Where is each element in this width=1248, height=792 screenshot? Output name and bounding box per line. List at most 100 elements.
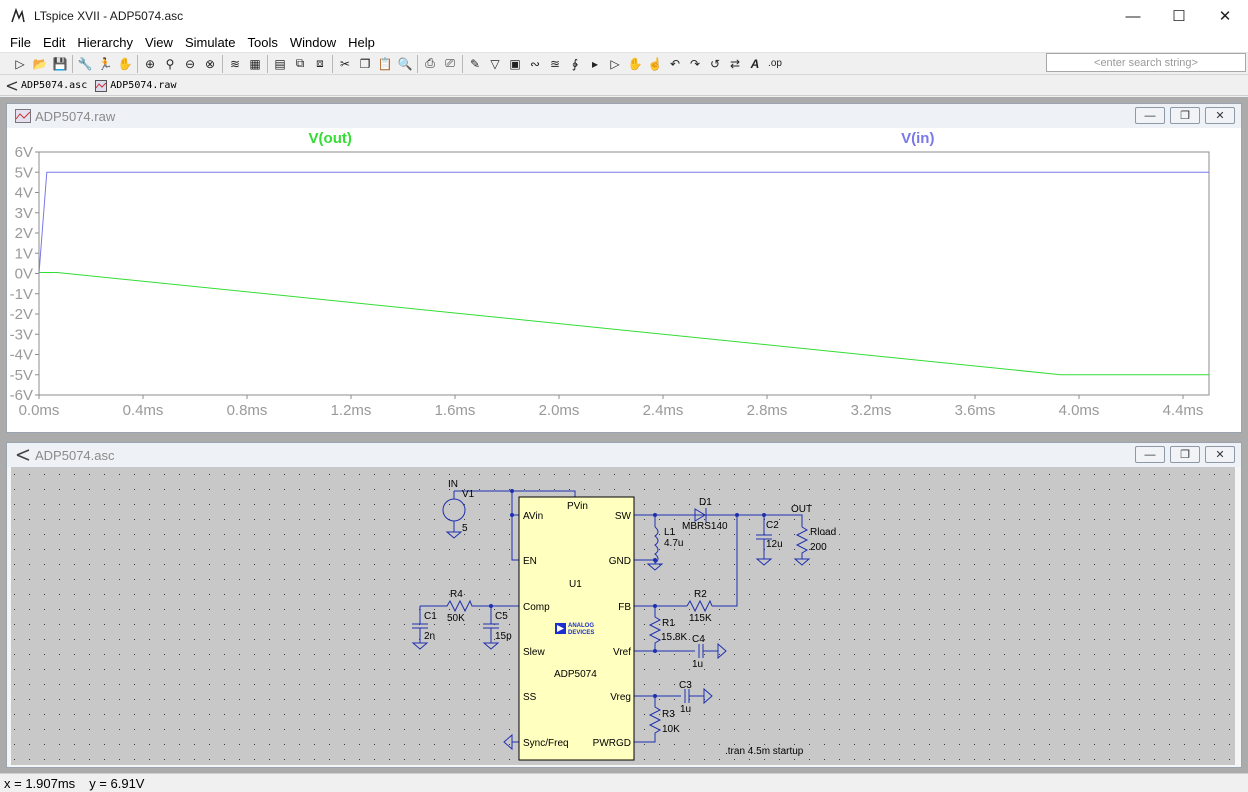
tab-schematic[interactable]: ADP5074.asc <box>6 80 87 92</box>
junction-dot <box>735 513 739 517</box>
child-minimize-icon[interactable]: — <box>1135 107 1165 124</box>
close-icon[interactable]: ✕ <box>1202 0 1248 32</box>
waveform-window-titlebar[interactable]: ADP5074.raw — ❐ ✕ <box>7 104 1241 128</box>
menu-tools[interactable]: Tools <box>242 35 284 50</box>
plot-frame <box>38 151 1210 396</box>
menu-hierarchy[interactable]: Hierarchy <box>71 35 139 50</box>
capacitor-icon[interactable]: ≊ <box>545 54 565 74</box>
find-icon[interactable]: 🔍 <box>395 54 415 74</box>
child-restore-icon[interactable]: ❐ <box>1170 446 1200 463</box>
c4-label: C4 <box>692 634 705 645</box>
ground-icon[interactable]: ▽ <box>485 54 505 74</box>
label-net-icon[interactable]: ▣ <box>505 54 525 74</box>
open-folder-icon[interactable]: 📂 <box>30 54 50 74</box>
x-tick-label: 4.4ms <box>1163 402 1204 419</box>
rload-label: Rload <box>810 527 836 538</box>
window-title: LTspice XVII - ADP5074.asc <box>34 9 184 23</box>
pin-pwrgd: PWRGD <box>593 738 631 749</box>
legend-1: V(in) <box>901 130 934 147</box>
c3-value: 1u <box>680 704 691 715</box>
child-minimize-icon[interactable]: — <box>1135 446 1165 463</box>
y-tick-label: -1V <box>10 286 33 303</box>
child-close-icon[interactable]: ✕ <box>1205 107 1235 124</box>
menu-edit[interactable]: Edit <box>37 35 71 50</box>
x-tick-label: 3.6ms <box>955 402 996 419</box>
split-icon[interactable]: ▦ <box>245 54 265 74</box>
v1-label: V1 <box>462 489 475 500</box>
zoom-in-icon[interactable]: ⊕ <box>140 54 160 74</box>
waveform-window[interactable]: ADP5074.raw — ❐ ✕ 6V 5V 4V 3V 2V 1V 0V -1V -2V -3… <box>6 103 1242 433</box>
run-icon[interactable]: 🏃 <box>95 54 115 74</box>
mirror-icon[interactable]: ⇄ <box>725 54 745 74</box>
wire-pencil-icon[interactable]: ✎ <box>465 54 485 74</box>
y-tick-label: 0V <box>15 266 33 283</box>
redo-icon[interactable]: ↷ <box>685 54 705 74</box>
c4-value: 1u <box>692 659 703 670</box>
text-icon[interactable]: A <box>745 54 765 74</box>
tab-waveform[interactable]: ADP5074.raw <box>95 79 177 92</box>
net-in-label: IN <box>448 479 458 490</box>
menu-window[interactable]: Window <box>284 35 342 50</box>
ic-part: ADP5074 <box>554 669 597 680</box>
rload-value: 200 <box>810 542 827 553</box>
tile-vertical-icon[interactable]: ⧈ <box>310 54 330 74</box>
zoom-out-icon[interactable]: ⊖ <box>180 54 200 74</box>
tab-waveform-label: ADP5074.raw <box>110 80 177 91</box>
print-setup-icon[interactable]: ⎚ <box>440 54 460 74</box>
x-tick-label: 4.0ms <box>1059 402 1100 419</box>
junction-dot <box>653 604 657 608</box>
save-icon[interactable]: 💾 <box>50 54 70 74</box>
r2-label: R2 <box>694 589 707 600</box>
junction-dot <box>653 694 657 698</box>
diode-icon[interactable]: ▸ <box>585 54 605 74</box>
component-icon[interactable]: ▷ <box>605 54 625 74</box>
pin-fb: FB <box>618 602 631 613</box>
paste-icon[interactable]: 📋 <box>375 54 395 74</box>
menu-help[interactable]: Help <box>342 35 381 50</box>
x-tick-label: 1.2ms <box>331 402 372 419</box>
search-input[interactable]: <enter search string> <box>1046 53 1246 72</box>
inductor-icon[interactable]: ∳ <box>565 54 585 74</box>
spice-directive[interactable]: .tran 4.5m startup <box>725 746 804 757</box>
schematic-canvas[interactable]: PVin AVin EN Comp Slew SS Sync/Freq SW G… <box>7 467 1241 767</box>
menu-simulate[interactable]: Simulate <box>179 35 242 50</box>
spice-directive-icon[interactable]: .op <box>765 54 785 74</box>
autorange-icon[interactable]: ≋ <box>225 54 245 74</box>
pin-avin: AVin <box>523 511 543 522</box>
schematic-window-titlebar[interactable]: ADP5074.asc — ❐ ✕ <box>7 443 1241 467</box>
pin-gnd: GND <box>609 556 631 567</box>
document-tabs: ADP5074.asc ADP5074.raw <box>0 76 1248 96</box>
move-hand-icon[interactable]: ✋ <box>625 54 645 74</box>
toolbar-separator <box>137 54 138 73</box>
cascade-icon[interactable]: ⧉ <box>290 54 310 74</box>
undo-icon[interactable]: ↶ <box>665 54 685 74</box>
tile-horizontal-icon[interactable]: ▤ <box>270 54 290 74</box>
waveform-plot[interactable]: 6V5V4V3V2V1V0V-1V-2V-3V-4V-5V-6V0.0ms 0.4… <box>7 128 1241 432</box>
control-panel-icon[interactable]: 🔧 <box>75 54 95 74</box>
rotate-icon[interactable]: ↺ <box>705 54 725 74</box>
print-icon[interactable]: ⎙ <box>420 54 440 74</box>
waveform-icon <box>15 109 31 123</box>
pin-ss: SS <box>523 692 537 703</box>
maximize-icon[interactable]: ☐ <box>1156 0 1202 32</box>
drag-hand-icon[interactable]: ☝ <box>645 54 665 74</box>
title-bar: LTspice XVII - ADP5074.asc — ☐ ✕ <box>0 0 1248 32</box>
minimize-icon[interactable]: — <box>1110 0 1156 32</box>
schematic-window[interactable]: ADP5074.asc — ❐ ✕ PVin AVin EN Comp Slew… <box>6 442 1242 768</box>
r3-label: R3 <box>662 709 675 720</box>
halt-icon[interactable]: ✋ <box>115 54 135 74</box>
pin-comp: Comp <box>523 602 550 613</box>
menu-file[interactable]: File <box>4 35 37 50</box>
mdi-workspace: ADP5074.raw — ❐ ✕ 6V 5V 4V 3V 2V 1V 0V -1V -2V -3… <box>0 97 1248 773</box>
c5-label: C5 <box>495 611 508 622</box>
menu-view[interactable]: View <box>139 35 179 50</box>
zoom-fit-icon[interactable]: ⊗ <box>200 54 220 74</box>
c2-label: C2 <box>766 520 779 531</box>
pan-icon[interactable]: ⚲ <box>160 54 180 74</box>
resistor-icon[interactable]: ∾ <box>525 54 545 74</box>
child-close-icon[interactable]: ✕ <box>1205 446 1235 463</box>
child-restore-icon[interactable]: ❐ <box>1170 107 1200 124</box>
cut-icon[interactable]: ✂ <box>335 54 355 74</box>
new-schematic-icon[interactable]: ▷ <box>10 54 30 74</box>
copy-icon[interactable]: ❐ <box>355 54 375 74</box>
